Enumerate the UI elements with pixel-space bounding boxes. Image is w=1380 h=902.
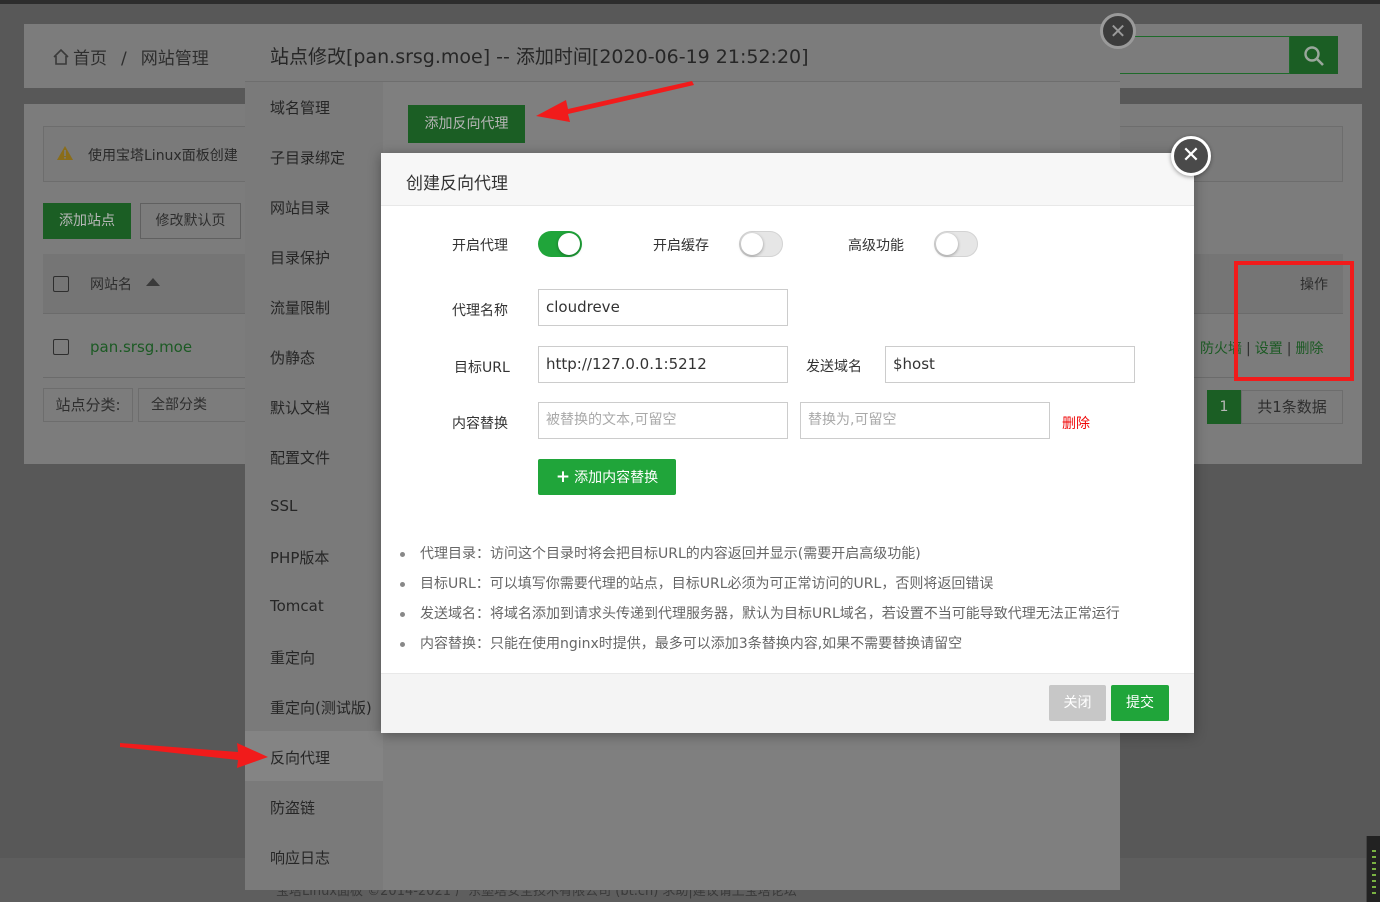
tip-send-domain: 发送域名：将域名添加到请求头传递到代理服务器，默认为目标URL域名，若设置不当可… [398,604,1188,634]
sidebar-item-dir-protect[interactable]: 目录保护 [270,247,330,268]
breadcrumb: 首页 / 网站管理 [52,44,209,71]
tip-target-url: 目标URL：可以填写你需要代理的站点，目标URL必须为可正常访问的URL，否则将… [398,574,1188,604]
sidebar-item-reverse-proxy[interactable]: 反向代理 [270,747,330,768]
search-input[interactable] [1116,36,1290,74]
help-tips: 代理目录：访问这个目录时将会把目标URL的内容返回并显示(需要开启高级功能) 目… [398,544,1188,664]
category-select[interactable]: 全部分类 [138,388,250,422]
delete-replace-link[interactable]: 删除 [1062,413,1090,433]
sidebar-item-redirect[interactable]: 重定向 [270,647,315,668]
top-line [0,0,1380,4]
arrow-annotation [536,81,694,122]
row-checkbox[interactable] [53,339,69,355]
target-url-input[interactable]: http://127.0.0.1:5212 [538,346,788,383]
advanced-features-toggle[interactable] [934,231,978,257]
close-icon: ✕ [1109,19,1127,43]
close-button[interactable]: 关闭 [1049,685,1106,721]
replace-from-input[interactable]: 被替换的文本,可留空 [538,402,788,439]
column-site-name[interactable]: 网站名 [90,274,132,294]
send-domain-label: 发送域名 [806,359,862,375]
pagination-total: 共1条数据 [1241,390,1343,424]
target-url-label: 目标URL [454,360,510,376]
send-domain-input[interactable]: $host [885,346,1135,383]
toggle-knob [936,233,958,255]
search-button[interactable] [1290,36,1338,74]
category-label: 站点分类: [43,388,133,422]
sidebar-item-rewrite[interactable]: 伪静态 [270,347,315,368]
plus-icon: + [555,467,571,487]
close-icon: ✕ [1181,143,1201,168]
home-icon[interactable] [52,48,70,71]
content-replace-label: 内容替换 [452,416,508,432]
site-edit-dialog-close-button[interactable]: ✕ [1100,13,1136,49]
toggle-label-enable-cache: 开启缓存 [653,238,709,254]
submit-button[interactable]: 提交 [1111,685,1169,721]
warning-text: 使用宝塔Linux面板创建 [88,148,238,164]
add-content-replace-button[interactable]: + 添加内容替换 [538,459,676,495]
tip-content-replace: 内容替换：只能在使用nginx时提供，最多可以添加3条替换内容,如果不需要替换请… [398,634,1188,664]
sidebar-item-config-file[interactable]: 配置文件 [270,447,330,468]
select-all-checkbox[interactable] [53,276,69,292]
add-reverse-proxy-button[interactable]: 添加反向代理 [408,105,525,143]
add-site-button[interactable]: 添加站点 [43,203,131,239]
sidebar-item-php-version[interactable]: PHP版本 [270,547,329,568]
sidebar-item-redirect-beta[interactable]: 重定向(测试版) [270,697,372,718]
sidebar-item-hotlink-protect[interactable]: 防盗链 [270,797,315,818]
sort-up-icon[interactable] [146,278,160,286]
enable-cache-toggle[interactable] [739,231,783,257]
toggle-label-advanced: 高级功能 [848,238,904,254]
sidebar-item-site-directory[interactable]: 网站目录 [270,197,330,218]
proxy-name-input[interactable]: cloudreve [538,289,788,326]
tip-proxy-dir: 代理目录：访问这个目录时将会把目标URL的内容返回并显示(需要开启高级功能) [398,544,1188,574]
site-name-link[interactable]: pan.srsg.moe [90,338,192,356]
arrow-annotation [120,743,268,768]
breadcrumb-home[interactable]: 首页 [73,49,107,69]
toggle-knob [741,233,763,255]
toggle-knob [558,233,580,255]
replace-to-input[interactable]: 替换为,可留空 [800,402,1050,439]
sidebar-item-traffic-limit[interactable]: 流量限制 [270,297,330,318]
sidebar-item-ssl[interactable]: SSL [270,497,297,515]
sidebar-item-subdir-binding[interactable]: 子目录绑定 [270,147,345,168]
create-proxy-dialog-close-button[interactable]: ✕ [1171,136,1211,176]
breadcrumb-separator: / [121,49,127,69]
sidebar-item-tomcat[interactable]: Tomcat [270,597,324,615]
pagination-current[interactable]: 1 [1207,390,1241,424]
enable-proxy-toggle[interactable] [538,231,582,257]
sidebar-item-response-log[interactable]: 响应日志 [270,847,330,868]
create-proxy-dialog-title: 创建反向代理 [406,174,508,194]
modify-default-page-button[interactable]: 修改默认页 [140,203,241,239]
add-content-replace-label: 添加内容替换 [574,470,659,486]
annotation-red-box [1234,261,1354,381]
site-edit-dialog-title: 站点修改[pan.srsg.moe] -- 添加时间[2020-06-19 21… [270,46,809,68]
warning-icon [56,145,74,165]
breadcrumb-current: 网站管理 [140,49,209,69]
toggle-label-enable-proxy: 开启代理 [452,238,508,254]
sidebar-item-domain[interactable]: 域名管理 [270,97,330,118]
sidebar-item-default-doc[interactable]: 默认文档 [270,397,330,418]
search-icon [1304,46,1324,66]
scroll-indicator[interactable] [1366,836,1380,902]
proxy-name-label: 代理名称 [452,303,508,319]
